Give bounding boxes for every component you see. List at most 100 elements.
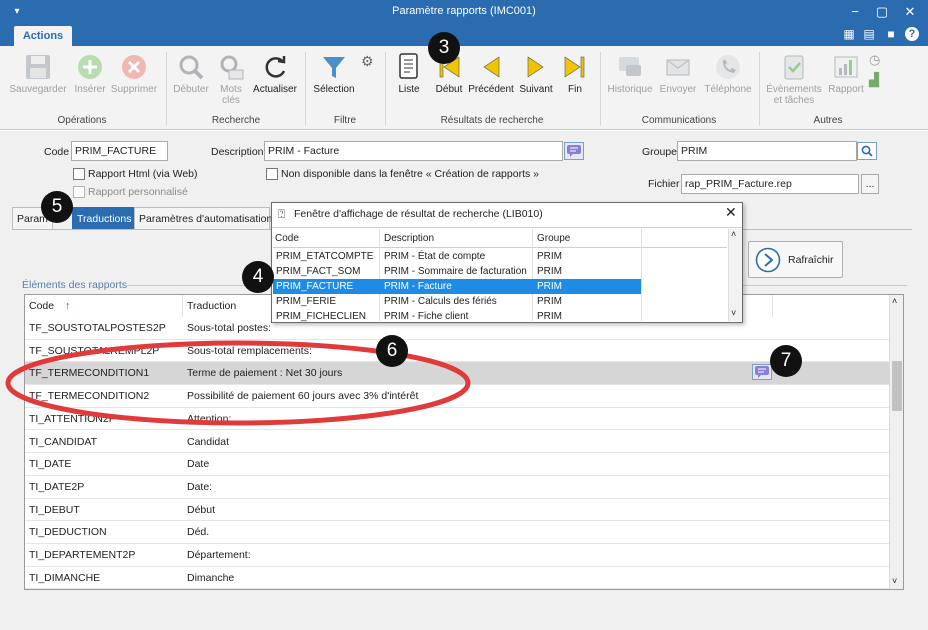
popup-col-code[interactable]: Code — [275, 233, 299, 244]
events-label-2: et tâches — [773, 95, 815, 106]
search-icon — [861, 145, 873, 157]
file-field[interactable]: rap_PRIM_Facture.rep — [681, 174, 859, 194]
cell-code: TI_DEDUCTION — [29, 526, 107, 539]
scroll-list-icon — [392, 50, 426, 84]
popup-cell-description: PRIM - Sommaire de facturation — [384, 266, 527, 277]
tab-automation[interactable]: Paramètres d'automatisation — [134, 207, 272, 230]
table-row[interactable]: TI_DEDUCTION Déd. — [25, 521, 889, 544]
popup-cell-description: PRIM - État de compte — [384, 251, 486, 262]
ribbon-separator — [166, 52, 167, 126]
scroll-down-icon[interactable]: ˅ — [892, 576, 897, 586]
maximize-button[interactable]: ▢ — [869, 2, 895, 22]
report-config-icon[interactable]: ▟ — [869, 72, 879, 88]
close-button[interactable]: ✕ — [897, 2, 923, 22]
list-button[interactable]: Liste — [392, 50, 426, 95]
popup-scrollbar[interactable]: ˄ ˅ — [728, 229, 742, 321]
popup-col-sep — [641, 229, 642, 321]
tab-translations[interactable]: Traductions — [72, 207, 137, 230]
lock-icon[interactable]: ■ — [884, 27, 898, 41]
grid-scrollbar[interactable]: ˄ ˅ — [889, 295, 903, 589]
phone-icon — [700, 50, 756, 84]
row-translate-button[interactable] — [752, 364, 772, 380]
refresh-ribbon-button[interactable]: Actualiser — [250, 50, 300, 95]
scroll-down-icon[interactable]: ˅ — [731, 308, 736, 318]
cell-code: TI_DATE — [29, 458, 72, 471]
ribbon-separator — [600, 52, 601, 126]
table-row[interactable]: TI_DATE2P Date: — [25, 476, 889, 499]
cell-translation[interactable]: Date — [187, 458, 209, 470]
popup-row[interactable]: PRIM_ETATCOMPTE PRIM - État de compte PRIM — [273, 249, 641, 264]
not-available-checkbox[interactable] — [266, 168, 278, 180]
popup-col-group[interactable]: Groupe — [537, 233, 570, 244]
group-field[interactable]: PRIM — [677, 141, 857, 161]
calendar-icon[interactable]: ▤ — [862, 27, 876, 41]
refresh-button[interactable]: Rafraîchir — [748, 241, 843, 278]
send-button[interactable]: Envoyer — [658, 50, 698, 95]
callout-4: 4 — [242, 261, 274, 293]
events-button[interactable]: Évènements et tâches — [764, 50, 824, 106]
cell-translation[interactable]: Dimanche — [187, 572, 234, 584]
translate-button[interactable] — [564, 142, 584, 160]
selection-button[interactable]: Sélection — [310, 50, 358, 95]
popup-cell-group: PRIM — [537, 251, 562, 262]
previous-button[interactable]: Précédent — [468, 50, 514, 95]
cell-code: TI_DEPARTEMENT2P — [29, 549, 136, 561]
help-icon[interactable]: ? — [905, 27, 919, 41]
send-label: Envoyer — [659, 84, 697, 95]
arrow-right-circle-icon — [755, 247, 781, 273]
callout-5: 5 — [41, 191, 73, 223]
scroll-up-icon[interactable]: ˄ — [892, 296, 897, 306]
start-label: Débuter — [173, 84, 209, 95]
refresh-icon — [250, 50, 300, 84]
gear-icon[interactable]: ⚙ — [361, 53, 374, 70]
last-arrow-icon — [558, 50, 592, 84]
description-field[interactable]: PRIM - Facture — [264, 141, 563, 161]
file-browse-button[interactable]: ... — [861, 174, 879, 194]
group-search-button[interactable] — [857, 142, 877, 160]
insert-button[interactable]: Insérer — [70, 50, 110, 95]
clock-icon[interactable]: ◷ — [869, 52, 880, 68]
history-button[interactable]: Historique — [604, 50, 656, 95]
report-button[interactable]: Rapport — [826, 50, 866, 95]
table-row[interactable]: TI_DATE Date — [25, 453, 889, 476]
keywords-button[interactable]: Mots clés — [214, 50, 248, 106]
phone-button[interactable]: Téléphone — [700, 50, 756, 95]
ribbon-tab-row: Actions ▦ ▤ ■ ? — [0, 24, 928, 46]
code-field[interactable]: PRIM_FACTURE — [71, 141, 168, 161]
delete-label: Supprimer — [110, 84, 158, 95]
cell-translation[interactable]: Département: — [187, 549, 251, 561]
ribbon: Sauvegarder Insérer Supprimer Opérations… — [0, 46, 928, 130]
popup-row[interactable]: PRIM_FACT_SOM PRIM - Sommaire de facturat… — [273, 264, 641, 279]
calculator-icon[interactable]: ▦ — [842, 27, 856, 41]
magnifier-icon — [170, 50, 212, 84]
scroll-up-icon[interactable]: ˄ — [731, 229, 736, 239]
html-report-checkbox[interactable] — [73, 168, 85, 180]
system-menu-icon[interactable]: ▾ — [4, 2, 30, 22]
save-button[interactable]: Sauvegarder — [8, 50, 68, 95]
next-button[interactable]: Suivant — [516, 50, 556, 95]
table-row[interactable]: TI_DEPARTEMENT2P Département: — [25, 544, 889, 567]
custom-report-checkbox[interactable] — [73, 186, 85, 198]
popup-row[interactable]: PRIM_FACTURE PRIM - Facture PRIM — [273, 279, 641, 294]
col-header-code[interactable]: Code ↑ — [25, 295, 183, 317]
cell-translation[interactable]: Début — [187, 504, 215, 516]
popup-close-icon[interactable]: ✕ — [725, 204, 737, 221]
cell-translation[interactable]: Déd. — [187, 526, 209, 538]
funnel-icon — [310, 50, 358, 84]
minimize-button[interactable]: − — [842, 2, 868, 22]
delete-button[interactable]: Supprimer — [110, 50, 158, 95]
tab-actions[interactable]: Actions — [14, 26, 72, 46]
table-row[interactable]: TI_DIMANCHE Dimanche — [25, 567, 889, 590]
popup-col-description[interactable]: Description — [384, 233, 434, 244]
scroll-thumb[interactable] — [892, 361, 902, 411]
last-button[interactable]: Fin — [558, 50, 592, 95]
popup-row[interactable]: PRIM_FICHECLIEN PRIM - Fiche client PRIM — [273, 309, 641, 324]
popup-row[interactable]: PRIM_FERIE PRIM - Calculs des fériés PRIM — [273, 294, 641, 309]
history-label: Historique — [607, 84, 653, 95]
start-search-button[interactable]: Débuter — [170, 50, 212, 95]
previous-arrow-icon — [468, 50, 514, 84]
cell-translation[interactable]: Date: — [187, 481, 212, 493]
popup-cell-code: PRIM_FACTURE — [276, 281, 354, 292]
bar-chart-icon — [826, 50, 866, 84]
table-row[interactable]: TI_DEBUT Début — [25, 499, 889, 522]
